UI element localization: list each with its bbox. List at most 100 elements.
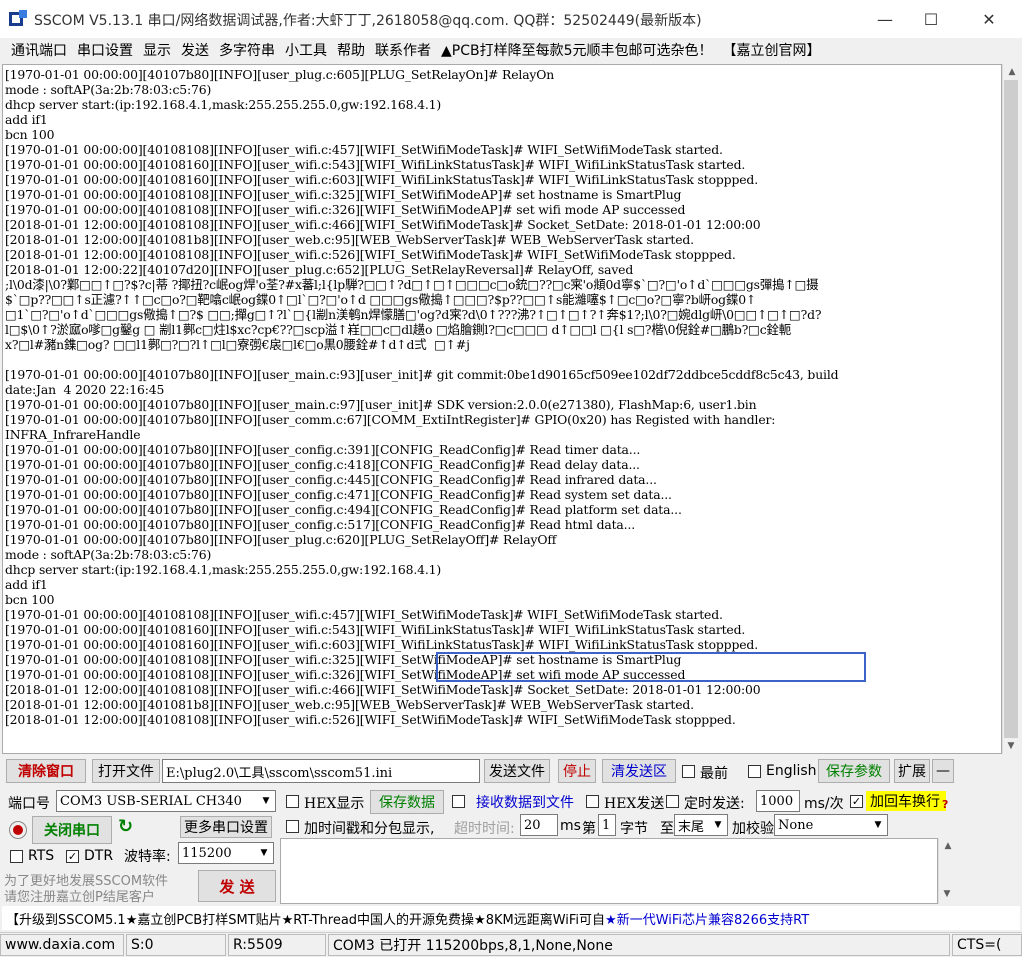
terminal-line: [1970-01-01 00:00:00][40107b80][INFO][us… (5, 487, 672, 502)
to-label: 至 (660, 821, 674, 837)
minimize-icon: — (877, 9, 893, 29)
terminal-line: [2018-01-01 12:00:00][40108108][INFO][us… (5, 712, 736, 727)
timestamp-label: 加时间戳和分包显示, (304, 821, 435, 837)
receive-to-file-checkbox[interactable] (452, 795, 465, 808)
terminal-line: $`□p??□□↑s正濾?↑↑□c□o?□靶噏c岷og鍱0↑□l`□?□'o↑d… (5, 292, 757, 307)
terminal-line: [2018-01-01 12:00:22][40107d20][INFO][us… (5, 262, 634, 277)
menu-item-display[interactable]: 显示 (138, 40, 176, 60)
menu-item-serial-settings[interactable]: 串口设置 (72, 40, 138, 60)
terminal-line: [1970-01-01 00:00:00][40107b80][INFO][us… (5, 532, 557, 547)
append-crlf-checkbox[interactable]: ✓ (850, 795, 863, 808)
timeout-unit: ms (560, 818, 581, 834)
stop-button[interactable]: 停止 (558, 759, 596, 783)
clear-window-button[interactable]: 清除窗口 (6, 759, 86, 783)
scroll-up-icon[interactable]: ▲ (1003, 64, 1021, 80)
terminal-line: [1970-01-01 00:00:00][40108108][INFO][us… (5, 142, 723, 157)
menu-item-multi-string[interactable]: 多字符串 (214, 40, 280, 60)
baud-label: 波特率: (124, 849, 171, 865)
menu-item-jlc-site[interactable]: 【嘉立创官网】 (718, 40, 826, 60)
status-sent-count: S:0 (126, 934, 226, 956)
ad-text: 【升级到SSCOM5.1★嘉立创PCB打样SMT贴片★RT-Thread中国人的… (6, 912, 606, 928)
dtr-label: DTR (84, 848, 114, 864)
terminal-line: [1970-01-01 00:00:00][40107b80][INFO][us… (5, 457, 640, 472)
timed-send-label: 定时发送: (684, 796, 745, 812)
scroll-down-icon[interactable]: ▼ (1002, 738, 1020, 754)
menu-item-tools[interactable]: 小工具 (280, 40, 332, 60)
rts-label: RTS (28, 848, 55, 864)
terminal-line: [1970-01-01 00:00:00][40107b80][INFO][us… (5, 397, 757, 412)
menu-item-send[interactable]: 发送 (176, 40, 214, 60)
terminal-line: bcn 100 (5, 592, 55, 607)
scroll-down-icon[interactable]: ▼ (938, 886, 956, 902)
menu-item-pcb-promo[interactable]: ▲PCB打样降至每款5元顺丰包邮可选杂色！ (436, 40, 718, 60)
maximize-button[interactable]: ☐ (908, 0, 954, 38)
terminal-line: [1970-01-01 00:00:00][40108108][INFO][us… (5, 202, 686, 217)
topmost-checkbox[interactable] (682, 765, 695, 778)
promo-line-2[interactable]: 请您注册嘉立创P结尾客户 (4, 886, 155, 905)
dtr-checkbox[interactable]: ✓ (66, 850, 79, 863)
menu-item-contact[interactable]: 联系作者 (370, 40, 436, 60)
more-serial-settings-button[interactable]: 更多串口设置 (180, 816, 272, 838)
refresh-icon[interactable]: ↻ (118, 816, 133, 837)
collapse-button[interactable]: — (932, 759, 954, 783)
menu-item-help[interactable]: 帮助 (332, 40, 370, 60)
terminal-line: [1970-01-01 00:00:00][40107b80][INFO][us… (5, 367, 839, 382)
english-checkbox[interactable] (748, 765, 761, 778)
byte-index-input[interactable]: 1 (598, 814, 616, 836)
receive-to-file-button[interactable]: 接收数据到文件 (470, 790, 580, 814)
status-website[interactable]: www.daxia.com (0, 934, 124, 956)
close-port-button[interactable]: 关闭串口 (32, 816, 112, 844)
save-params-button[interactable]: 保存参数 (818, 759, 890, 783)
terminal-line: [2018-01-01 12:00:00][401081b8][INFO][us… (5, 697, 694, 712)
timestamp-checkbox[interactable] (286, 820, 299, 833)
interval-unit: ms/次 (804, 796, 844, 812)
port-select[interactable]: COM3 USB-SERIAL CH340 ▼ (56, 790, 276, 812)
checksum-value: None (778, 817, 814, 833)
send-textarea[interactable] (280, 838, 938, 904)
save-data-button[interactable]: 保存数据 (370, 790, 444, 814)
send-file-button[interactable]: 发送文件 (484, 759, 550, 783)
interval-input[interactable]: 1000 (756, 790, 800, 812)
menu-bar: 通讯端口 串口设置 显示 发送 多字符串 小工具 帮助 联系作者 ▲PCB打样降… (0, 38, 1022, 62)
timeout-input[interactable]: 20 (520, 814, 558, 836)
end-value: 末尾 (678, 819, 705, 835)
checksum-select[interactable]: None ▼ (774, 814, 888, 836)
append-crlf-label[interactable]: 加回车换行 (866, 791, 946, 811)
scroll-thumb[interactable] (1004, 80, 1018, 738)
hex-display-checkbox[interactable] (286, 795, 299, 808)
rts-checkbox[interactable] (10, 850, 23, 863)
baud-select[interactable]: 115200 ▼ (178, 842, 274, 864)
hex-send-checkbox[interactable] (586, 795, 599, 808)
scroll-up-icon[interactable]: ▲ (939, 838, 957, 854)
byte-index-label: 第 (582, 821, 596, 837)
timed-send-checkbox[interactable] (666, 795, 679, 808)
chevron-down-icon: ▼ (255, 843, 273, 863)
terminal-line: □1`□?□'o↑d`□□□gs儆搗↑□?$ □□;撣g□↑?l`□{l剬n渼鹌… (5, 307, 822, 322)
ad-bar[interactable]: 【升级到SSCOM5.1★嘉立创PCB打样SMT贴片★RT-Thread中国人的… (2, 906, 1020, 930)
topmost-label: 最前 (700, 766, 728, 782)
terminal-line: date:Jan 4 2020 22:16:45 (5, 382, 165, 397)
clear-send-button[interactable]: 清发送区 (602, 759, 676, 783)
minimize-button[interactable]: — (862, 0, 908, 38)
app-icon (9, 10, 27, 26)
help-icon[interactable]: ? (942, 798, 948, 811)
port-status-icon (10, 822, 26, 838)
hex-display-label: HEX显示 (304, 796, 365, 812)
terminal-line: [1970-01-01 00:00:00][40107b80][INFO][us… (5, 442, 641, 457)
terminal-line: [1970-01-01 00:00:00][40108160][INFO][us… (5, 157, 746, 172)
ad-text-highlight: ★新一代WiFi芯片兼容8266支持RT (605, 912, 810, 928)
check-icon: ✓ (67, 850, 78, 863)
close-button[interactable]: ✕ (966, 0, 1012, 38)
terminal-line: l□$\0↑?淤寙o嗲□g鑿g □ 剬l1鄸c□炷l$xc?cp€??□scp溢… (5, 322, 792, 337)
file-path-input[interactable]: E:\plug2.0\工具\sscom\sscom51.ini (162, 759, 480, 783)
send-button[interactable]: 发 送 (198, 870, 276, 902)
receive-area[interactable]: [1970-01-01 00:00:00][40107b80][INFO][us… (2, 64, 1002, 754)
menu-item-comm-port[interactable]: 通讯端口 (6, 40, 72, 60)
expand-button[interactable]: 扩展 (894, 759, 930, 783)
open-file-button[interactable]: 打开文件 (92, 759, 160, 783)
end-select[interactable]: 末尾 ▼ (674, 814, 728, 836)
terminal-line: [2018-01-01 12:00:00][40108108][INFO][us… (5, 682, 761, 697)
terminal-line: [1970-01-01 00:00:00][40107b80][INFO][us… (5, 502, 682, 517)
maximize-icon: ☐ (923, 9, 939, 29)
